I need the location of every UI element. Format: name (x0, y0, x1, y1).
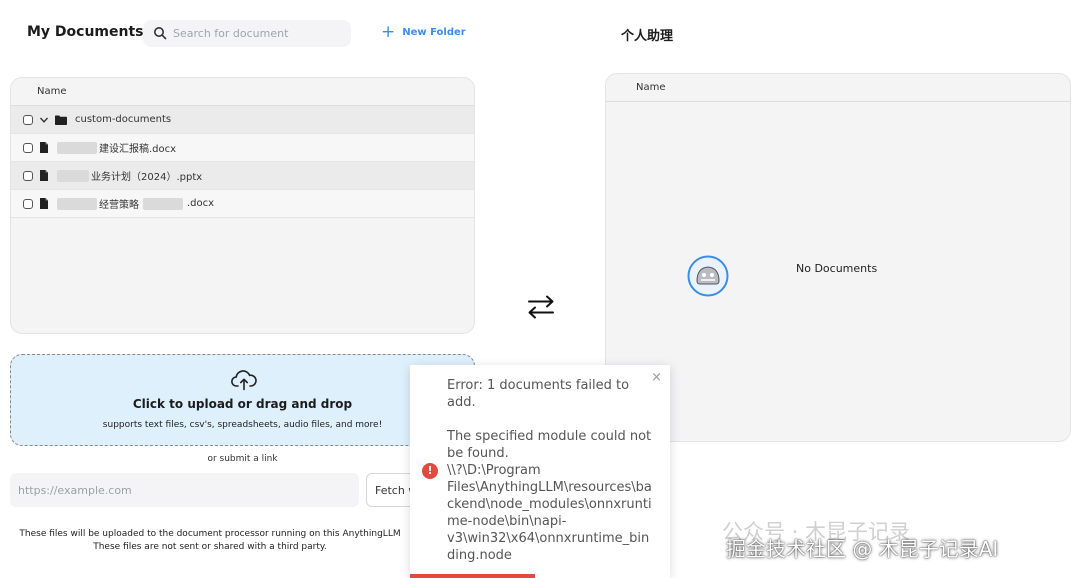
plus-icon: + (381, 22, 396, 42)
redacted-block (57, 197, 97, 210)
file-checkbox[interactable] (23, 170, 33, 181)
toast-line: The specified module could not be found. (447, 429, 652, 461)
column-name-header: Name (636, 82, 666, 93)
redacted-block (143, 197, 183, 210)
file-icon (40, 170, 48, 181)
table-header: Name (606, 74, 1070, 102)
upload-footnote: These files will be uploaded to the docu… (10, 528, 410, 554)
no-documents-text: No Documents (796, 262, 878, 275)
swap-arrows-icon[interactable] (527, 293, 555, 321)
file-checkbox[interactable] (23, 198, 33, 209)
workspace-title: 个人助理 (621, 29, 674, 44)
file-row[interactable]: 经营策略 .docx (11, 190, 474, 218)
file-name: 建设汇报稿.docx (99, 144, 177, 155)
file-name-part: 经营策略 (99, 200, 139, 211)
toast-line: Error: 1 documents failed to add. (447, 378, 630, 410)
toast-progress-bar (410, 574, 535, 578)
file-icon (40, 198, 48, 209)
documents-table: Name custom-documents 建设汇报稿.docx 业务计划（20… (10, 77, 475, 334)
empty-state-icon (687, 255, 729, 297)
cloud-upload-icon (231, 370, 257, 391)
upload-title: Click to upload or drag and drop (132, 397, 353, 411)
folder-row[interactable]: custom-documents (11, 106, 474, 134)
footnote-line: These files are not sent or shared with … (93, 542, 327, 552)
redacted-block (57, 169, 89, 182)
upload-dropzone[interactable]: Click to upload or drag and drop support… (10, 354, 475, 446)
new-folder-button[interactable]: + New Folder (381, 22, 466, 42)
search-icon (154, 27, 167, 40)
file-checkbox[interactable] (23, 142, 33, 153)
search-input[interactable] (173, 24, 343, 43)
watermark-text: 掘金技术社区 @ 木昆子记录AI (726, 537, 999, 561)
search-bar[interactable] (143, 20, 351, 47)
footnote-line: These files will be uploaded to the docu… (19, 529, 401, 539)
file-row[interactable]: 建设汇报稿.docx (11, 134, 474, 162)
page-title: My Documents (27, 24, 144, 40)
file-icon (40, 142, 48, 153)
folder-name: custom-documents (75, 114, 172, 125)
redacted-block (57, 141, 97, 154)
upload-subtitle: supports text files, csv's, spreadsheets… (102, 420, 383, 430)
error-toast: × ! Error: 1 documents failed to add. Th… (410, 365, 670, 578)
error-icon: ! (422, 463, 438, 479)
toast-message: Error: 1 documents failed to add. The sp… (447, 377, 655, 564)
new-folder-label: New Folder (402, 26, 466, 38)
column-name-header: Name (37, 86, 67, 97)
file-name: 业务计划（2024）.pptx (91, 172, 203, 183)
folder-icon (55, 115, 67, 125)
link-url-input[interactable] (10, 473, 359, 507)
workspace-documents-table: Name No Documents (605, 73, 1071, 442)
toast-line: \\?\D:\Program Files\AnythingLLM\resourc… (447, 463, 652, 563)
file-row[interactable]: 业务计划（2024）.pptx (11, 162, 474, 190)
table-header: Name (11, 78, 474, 106)
folder-checkbox[interactable] (23, 114, 33, 125)
file-name-ext: .docx (187, 198, 215, 209)
chevron-down-icon[interactable] (39, 115, 49, 125)
